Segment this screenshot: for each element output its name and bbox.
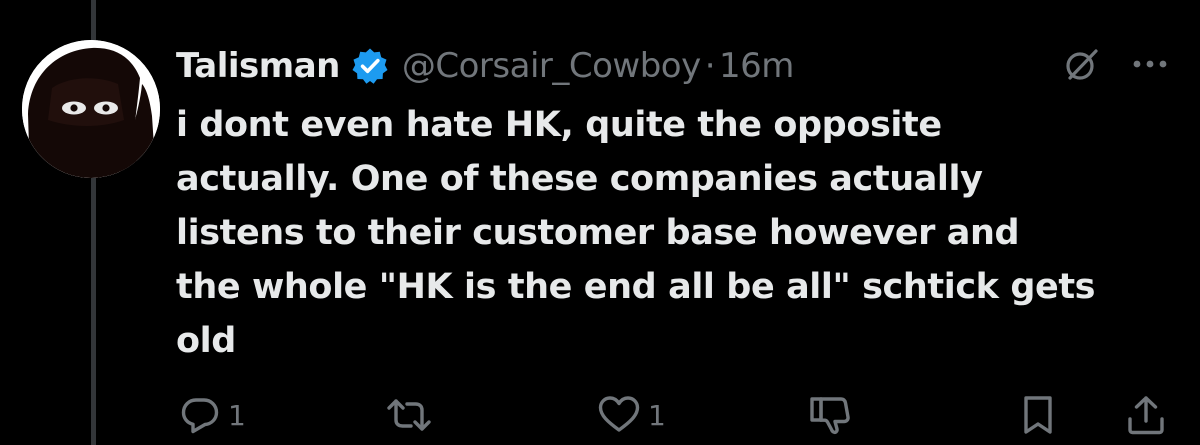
separator-dot: · (704, 46, 716, 86)
masked-figure-avatar-image (22, 40, 160, 178)
reply-button[interactable]: 1 (178, 390, 246, 440)
like-count: 1 (648, 398, 666, 432)
retweet-icon (387, 399, 431, 431)
grok-icon[interactable] (1062, 45, 1102, 85)
more-dots-icon[interactable] (1128, 46, 1172, 82)
like-button[interactable]: 1 (596, 390, 666, 440)
thumbs-down-icon (810, 397, 850, 435)
share-icon (1128, 396, 1164, 435)
user-handle[interactable]: @Corsair_Cowboy (402, 46, 701, 86)
heart-icon (598, 396, 640, 432)
action-bar: 1 1 (0, 390, 1200, 440)
tweet-header: Talisman @Corsair_Cowboy · 16m (176, 40, 794, 92)
timestamp[interactable]: 16m (719, 46, 794, 86)
bookmark-icon (1024, 396, 1052, 434)
retweet-button[interactable] (385, 390, 439, 440)
dislike-button[interactable] (808, 390, 852, 440)
avatar[interactable] (22, 40, 160, 178)
reply-icon (181, 398, 219, 434)
bookmark-button[interactable] (1016, 390, 1060, 440)
verified-badge-icon[interactable] (350, 46, 390, 86)
reply-count: 1 (228, 398, 246, 432)
share-button[interactable] (1124, 390, 1168, 440)
tweet-text: i dont even hate HK, quite the opposite … (176, 105, 1096, 361)
display-name[interactable]: Talisman (176, 46, 340, 86)
thread-line-top (91, 0, 96, 40)
